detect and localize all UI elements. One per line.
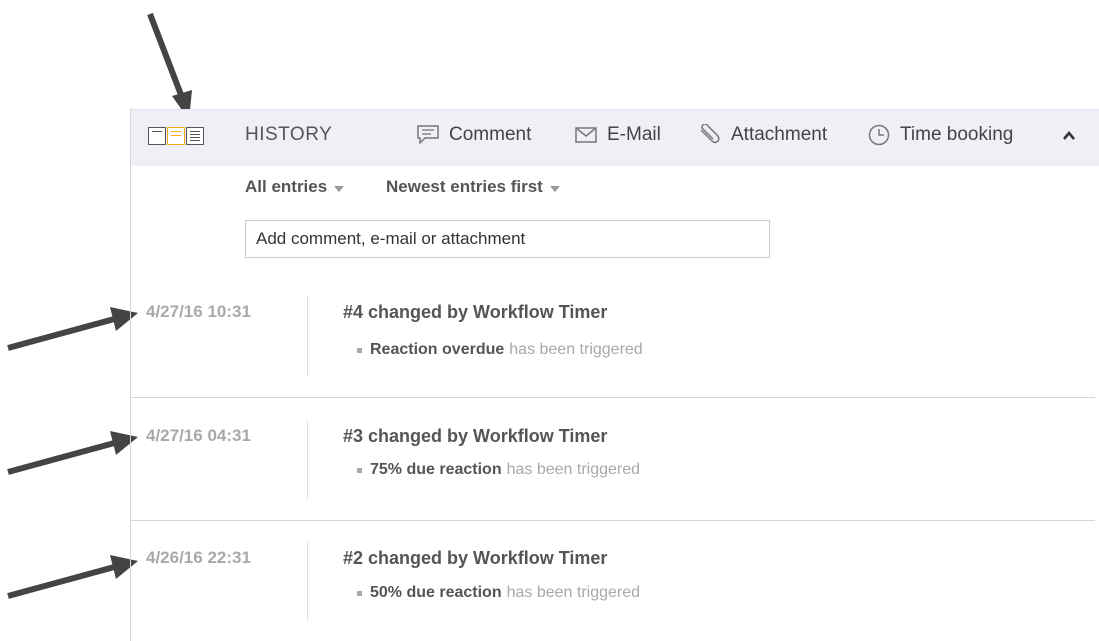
entry-divider <box>307 542 308 622</box>
email-label: E-Mail <box>607 124 661 145</box>
clock-icon <box>868 124 890 146</box>
entry-separator <box>131 397 1095 398</box>
detailed-view-icon[interactable] <box>186 127 204 145</box>
entries-filter-label: All entries <box>245 177 328 196</box>
bullet-icon <box>357 590 362 596</box>
entry-divider <box>307 296 308 376</box>
entry-divider <box>307 420 308 500</box>
annotation-arrowhead-1 <box>110 307 138 331</box>
annotation-arrowhead-2 <box>110 431 138 455</box>
annotation-arrow-1 <box>7 315 119 351</box>
history-panel-screenshot: HISTORY Comment E-Mail Attachment Time b… <box>0 0 1099 641</box>
entry-detail-strong: Reaction overdue <box>370 341 505 358</box>
history-title: HISTORY <box>245 124 333 145</box>
entry-timestamp: 4/27/16 10:31 <box>146 302 251 321</box>
annotation-arrow-2 <box>7 439 119 475</box>
view-mode-switcher <box>148 127 205 147</box>
comment-button[interactable]: Comment <box>417 124 531 146</box>
time-booking-button[interactable]: Time booking <box>868 124 1013 146</box>
entry-detail: 50% due reaction has been triggered <box>357 584 640 602</box>
attachment-button[interactable]: Attachment <box>697 124 827 146</box>
entry-detail: Reaction overdue has been triggered <box>357 341 643 359</box>
entry-timestamp: 4/26/16 22:31 <box>146 548 251 567</box>
order-filter-dropdown[interactable]: Newest entries first <box>386 177 560 197</box>
entry-detail-strong: 75% due reaction <box>370 461 502 478</box>
comment-icon <box>417 125 439 145</box>
entry-detail-text: has been triggered <box>506 584 641 601</box>
bullet-icon <box>357 467 362 473</box>
compact-view-icon[interactable] <box>148 127 166 145</box>
entry-separator <box>131 520 1095 521</box>
entry-title: #2 changed by Workflow Timer <box>343 548 608 568</box>
attachment-label: Attachment <box>731 124 828 145</box>
paperclip-icon <box>700 124 720 144</box>
chevron-up-icon[interactable] <box>1061 128 1077 144</box>
entries-filter-dropdown[interactable]: All entries <box>245 177 345 197</box>
panel-left-border <box>130 108 131 641</box>
order-filter-label: Newest entries first <box>386 177 543 196</box>
entry-detail-text: has been triggered <box>506 461 641 478</box>
annotation-arrow-top <box>147 12 186 102</box>
entry-detail: 75% due reaction has been triggered <box>357 461 640 479</box>
comment-label: Comment <box>449 124 532 145</box>
annotation-arrow-3 <box>7 563 119 599</box>
annotation-arrowhead-3 <box>110 555 138 579</box>
entry-title: #4 changed by Workflow Timer <box>343 302 608 322</box>
entry-timestamp: 4/27/16 04:31 <box>146 426 251 445</box>
envelope-icon <box>575 127 597 143</box>
entry-title: #3 changed by Workflow Timer <box>343 426 608 446</box>
bullet-icon <box>357 347 362 353</box>
time-booking-label: Time booking <box>900 124 1014 145</box>
entry-detail-strong: 50% due reaction <box>370 584 502 601</box>
caret-down-icon <box>549 185 560 192</box>
add-comment-input[interactable] <box>245 220 770 258</box>
email-button[interactable]: E-Mail <box>575 124 661 146</box>
standard-view-icon[interactable] <box>167 127 185 145</box>
caret-down-icon <box>334 185 345 192</box>
entry-detail-text: has been triggered <box>509 341 643 358</box>
